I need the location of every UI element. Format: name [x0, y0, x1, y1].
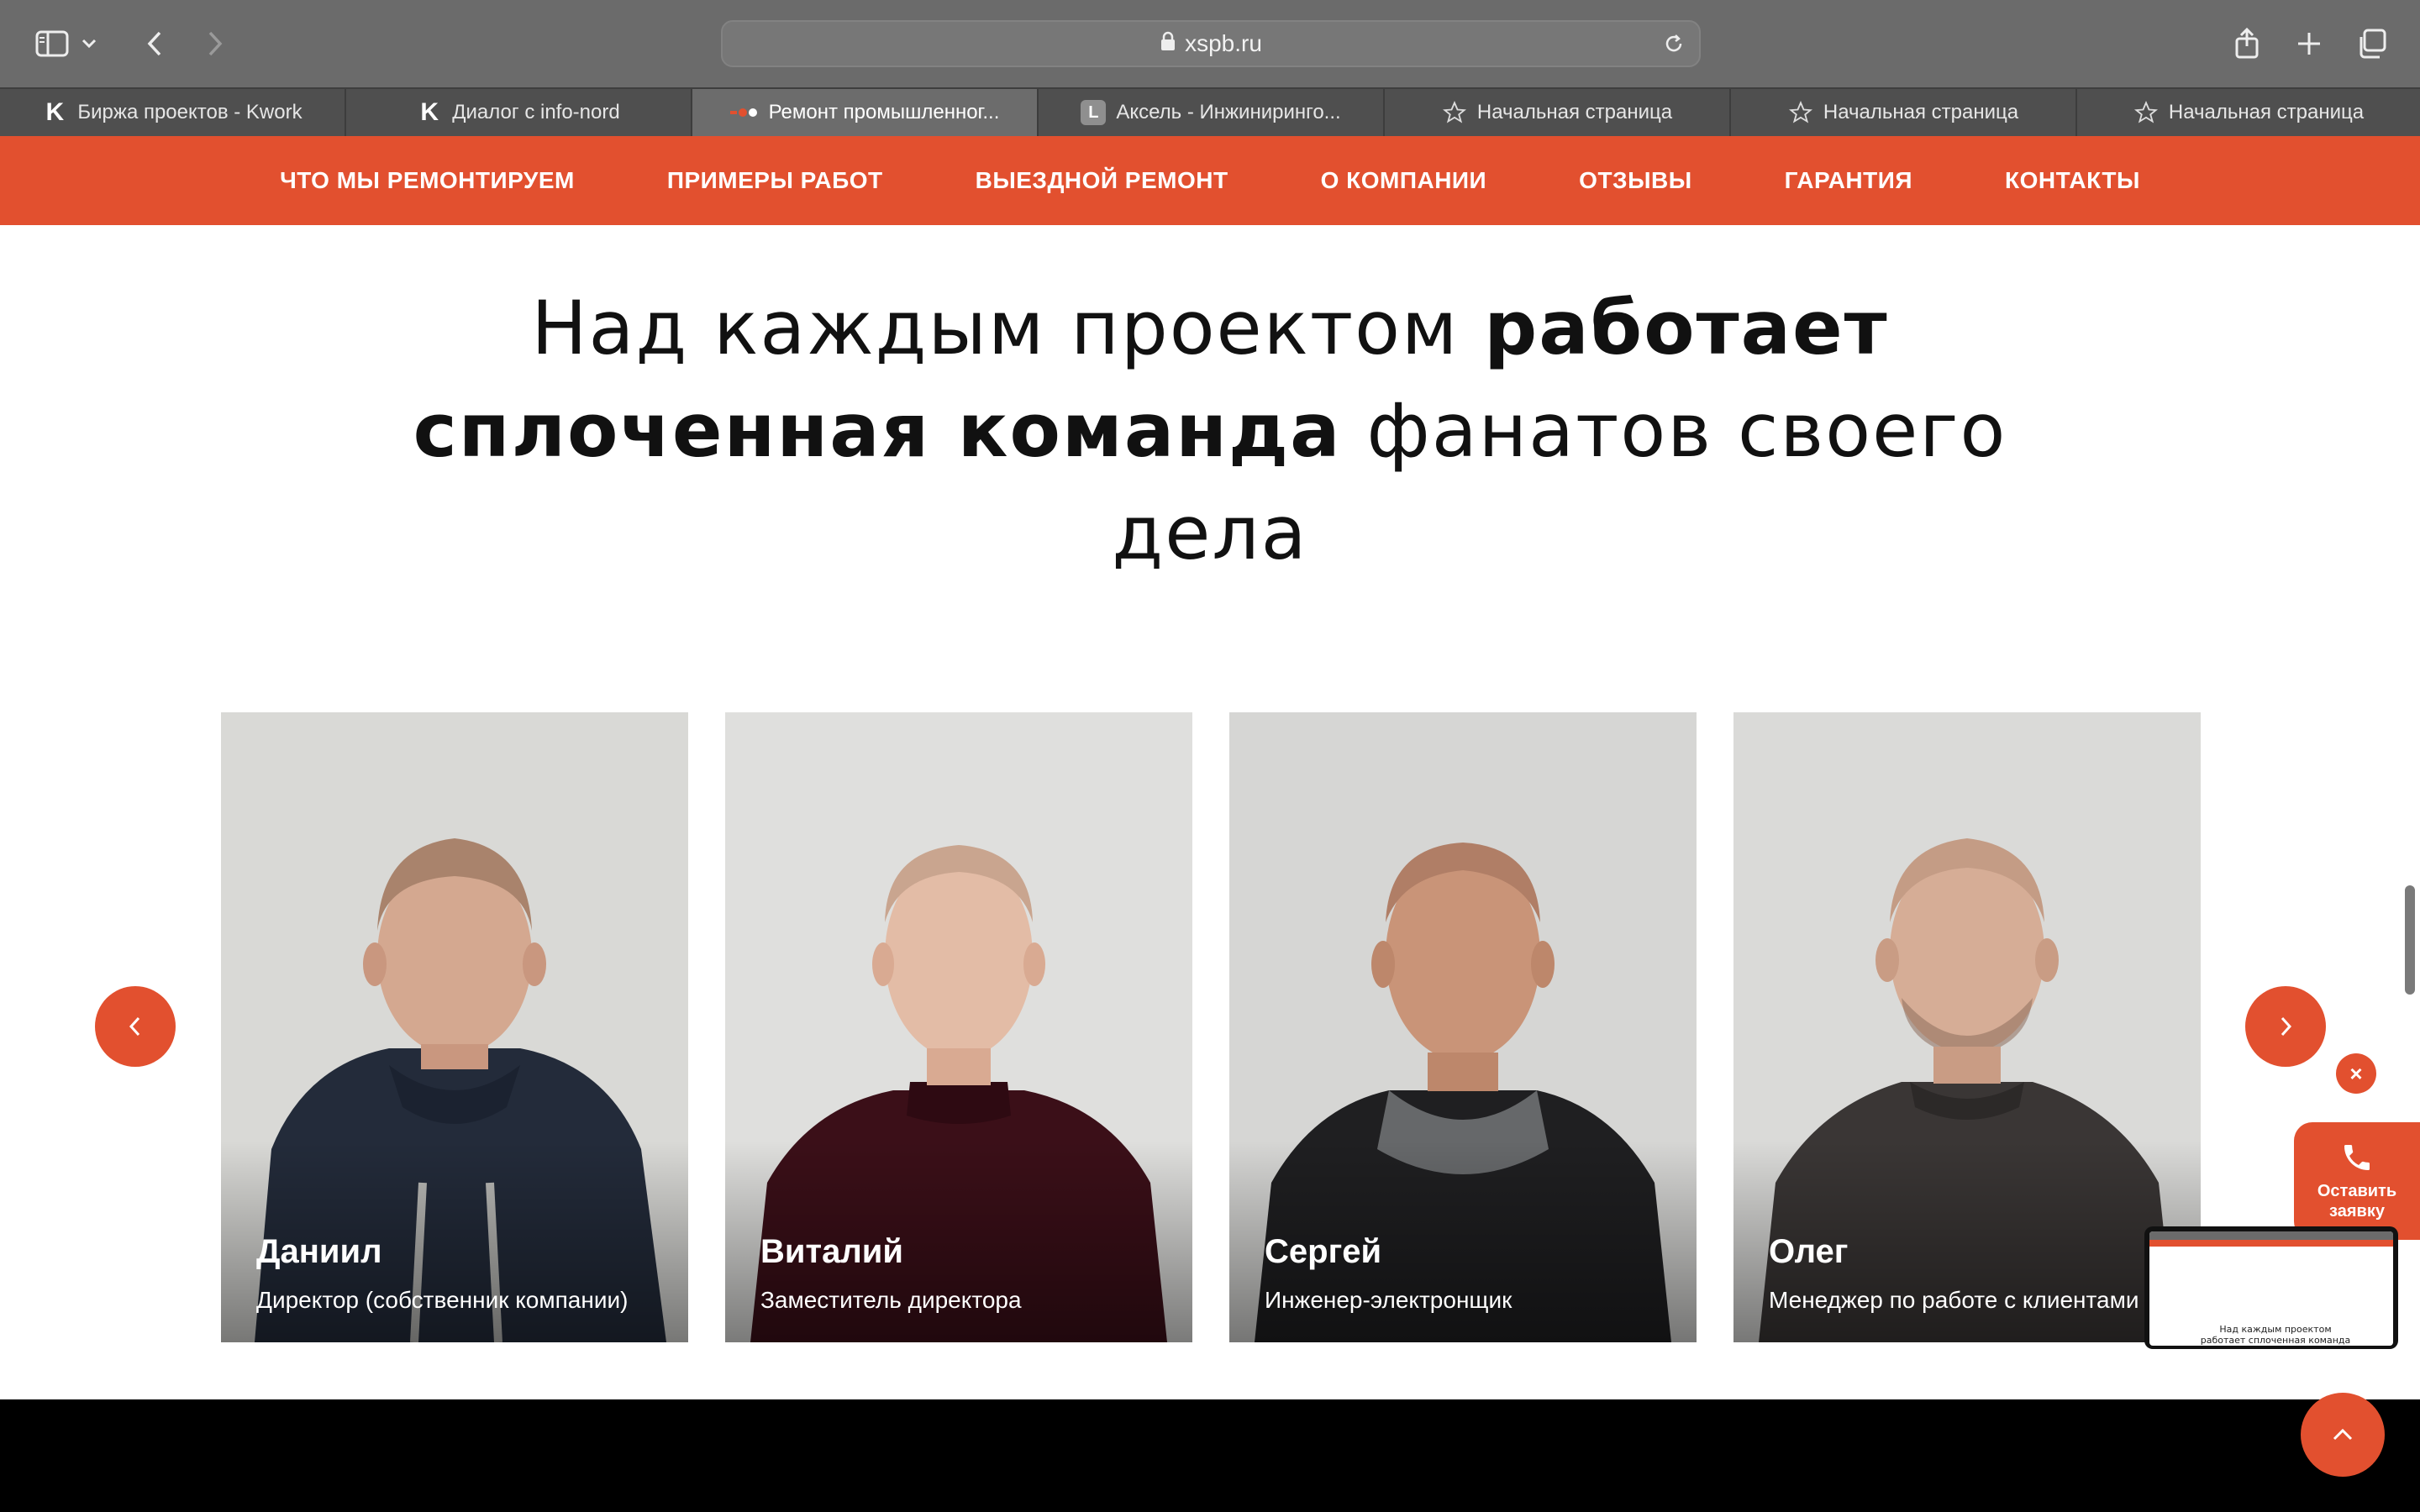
star-icon	[1442, 100, 1467, 125]
preview-toolbar	[2149, 1231, 2393, 1240]
tab-label: Биржа проектов - Kwork	[77, 101, 302, 123]
close-icon: ×	[2349, 1060, 2363, 1086]
reload-icon[interactable]	[1662, 32, 1686, 61]
tab-start-page[interactable]: Начальная страница	[2077, 89, 2420, 136]
star-icon	[2133, 100, 2159, 125]
tab-dialog[interactable]: K Диалог с info-nord	[346, 89, 692, 136]
preview-heading: Над каждым проектом работает сплоченная …	[2200, 1324, 2351, 1346]
tab-label: Начальная страница	[1823, 101, 2019, 123]
address-bar[interactable]: xspb.ru	[721, 20, 1701, 67]
nav-item-what-we-repair[interactable]: ЧТО МЫ РЕМОНТИРУЕМ	[234, 167, 621, 194]
heading-text: Над каждым проектом	[531, 285, 1485, 371]
back-icon[interactable]	[129, 18, 180, 69]
tab-bar: K Биржа проектов - Kwork K Диалог с info…	[0, 87, 2420, 136]
scroll-to-top-button[interactable]	[2301, 1393, 2385, 1477]
site-nav: ЧТО МЫ РЕМОНТИРУЕМ ПРИМЕРЫ РАБОТ ВЫЕЗДНО…	[0, 136, 2420, 225]
nav-item-about[interactable]: О КОМПАНИИ	[1275, 167, 1534, 194]
team-card: Олег Менеджер по работе с клиентами	[1733, 712, 2201, 1342]
member-role: Директор (собственник компании)	[256, 1287, 629, 1313]
team-card: Даниил Директор (собственник компании)	[221, 712, 688, 1342]
request-callback-button[interactable]: Оставить заявку	[2294, 1122, 2420, 1240]
nav-item-onsite-repair[interactable]: ВЫЕЗДНОЙ РЕМОНТ	[929, 167, 1275, 194]
nav-item-contacts[interactable]: КОНТАКТЫ	[1959, 167, 2186, 194]
footer-section	[0, 1399, 2420, 1512]
tab-active-site[interactable]: Ремонт промышленног...	[692, 89, 1039, 136]
chevron-left-icon	[129, 1016, 140, 1037]
section-heading: Над каждым проектом работает сплоченная …	[353, 277, 2067, 585]
share-icon[interactable]	[2222, 18, 2272, 69]
tab-label: Начальная страница	[1476, 101, 1673, 123]
nav-item-reviews[interactable]: ОТЗЫВЫ	[1533, 167, 1738, 194]
carousel-prev-button[interactable]	[95, 986, 176, 1067]
tab-kwork[interactable]: K Биржа проектов - Kwork	[0, 89, 346, 136]
tab-label: Начальная страница	[2168, 101, 2365, 123]
member-role: Менеджер по работе с клиентами	[1769, 1287, 2139, 1313]
tab-start-page[interactable]: Начальная страница	[1385, 89, 1731, 136]
tab-start-page[interactable]: Начальная страница	[1731, 89, 2077, 136]
nav-item-work-examples[interactable]: ПРИМЕРЫ РАБОТ	[621, 167, 929, 194]
chevron-up-icon	[2333, 1428, 2353, 1441]
kwork-icon: K	[45, 98, 65, 126]
member-name: Олег	[1769, 1233, 1849, 1270]
request-label: Оставить	[2317, 1182, 2397, 1200]
sidebar-toggle-icon[interactable]	[27, 18, 77, 69]
member-role: Заместитель директора	[760, 1287, 1022, 1313]
kwork-icon: K	[420, 98, 439, 126]
new-tab-icon[interactable]	[2284, 18, 2334, 69]
tab-label: Диалог с info-nord	[452, 101, 620, 123]
site-icon	[729, 100, 759, 125]
star-icon	[1788, 100, 1813, 125]
chevron-right-icon	[2281, 1016, 2292, 1037]
member-role: Инженер-электронщик	[1265, 1287, 1512, 1313]
tab-aksel[interactable]: L Аксель - Инжиниринго...	[1039, 89, 1385, 136]
preview-nav	[2149, 1240, 2393, 1247]
phone-icon	[2344, 1145, 2370, 1170]
l-icon: L	[1081, 100, 1107, 125]
member-name: Виталий	[760, 1233, 903, 1270]
team-card: Сергей Инженер-электронщик	[1229, 712, 1697, 1342]
widget-close-button[interactable]: ×	[2336, 1053, 2376, 1094]
member-name: Даниил	[256, 1233, 382, 1270]
page-preview-thumbnail[interactable]: Над каждым проектом работает сплоченная …	[2144, 1226, 2398, 1349]
member-name: Сергей	[1265, 1233, 1382, 1270]
browser-toolbar: xspb.ru	[0, 0, 2420, 87]
page-scrollbar[interactable]	[2405, 885, 2415, 995]
nav-item-warranty[interactable]: ГАРАНТИЯ	[1739, 167, 1959, 194]
team-card: Виталий Заместитель директора	[725, 712, 1192, 1342]
url-text: xspb.ru	[1185, 30, 1262, 56]
request-label: заявку	[2329, 1202, 2385, 1221]
forward-icon[interactable]	[190, 18, 240, 69]
tab-label: Аксель - Инжиниринго...	[1116, 101, 1341, 123]
tab-overview-icon[interactable]	[2346, 18, 2396, 69]
preview-screen: Над каждым проектом работает сплоченная …	[2149, 1231, 2393, 1346]
chevron-down-icon[interactable]	[72, 18, 106, 69]
tab-label: Ремонт промышленног...	[768, 101, 1000, 123]
lock-icon	[1160, 30, 1176, 57]
carousel-next-button[interactable]	[2245, 986, 2326, 1067]
